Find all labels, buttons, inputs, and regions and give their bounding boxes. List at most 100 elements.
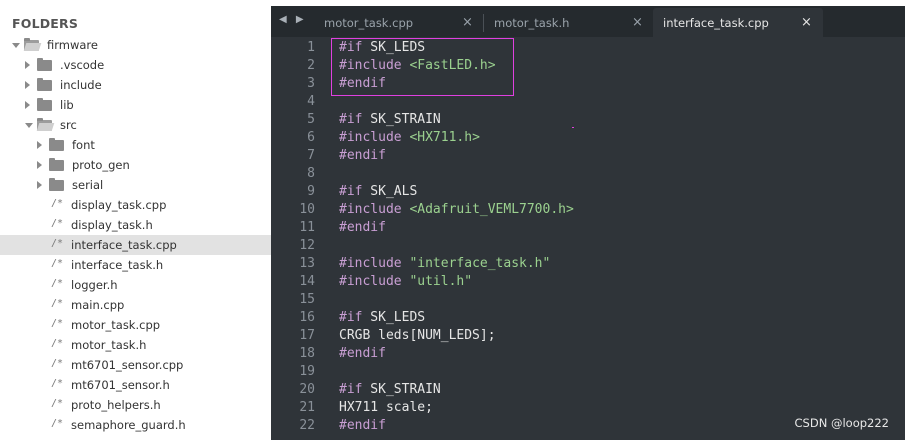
app-window: FOLDERS firmware .vscode include lib src font… <box>0 0 905 440</box>
code-line[interactable]: 14 #include "util.h" <box>271 273 905 291</box>
tree-folder[interactable]: include <box>0 75 271 95</box>
code-line[interactable]: 20 #if SK_STRAIN <box>271 381 905 399</box>
line-number: 4 <box>307 94 315 109</box>
folder-icon <box>49 178 64 191</box>
tree-item-label: main.cpp <box>71 298 125 312</box>
file-icon: /* <box>51 238 64 249</box>
preprocessor-token: #if <box>339 382 363 397</box>
tree-folder[interactable]: lib <box>0 95 271 115</box>
line-number: 15 <box>299 292 315 307</box>
code-line[interactable]: 7 #endif <box>271 147 905 165</box>
watermark: CSDN @loop222 <box>794 416 889 430</box>
code-text: #include <HX711.h> <box>339 129 480 147</box>
tree-folder[interactable]: firmware <box>0 35 271 55</box>
preprocessor-token: #endif <box>339 346 386 361</box>
tree-file[interactable]: /* display_task.cpp <box>0 195 271 215</box>
preprocessor-token: #include <box>339 58 402 73</box>
code-line[interactable]: 18 #endif <box>271 345 905 363</box>
editor-tab[interactable]: motor_task.h × <box>484 8 651 37</box>
code-line[interactable]: 4 <box>271 93 905 111</box>
line-number: 20 <box>299 382 315 397</box>
code-token: SK_ALS <box>362 184 418 199</box>
tree-item-label: semaphore_guard.h <box>71 418 186 432</box>
code-line[interactable]: 16 #if SK_LEDS <box>271 309 905 327</box>
code-line[interactable]: 15 <box>271 291 905 309</box>
code-line[interactable]: 1 #if SK_LEDS <box>271 39 905 57</box>
code-text: #if SK_LEDS <box>339 39 425 57</box>
chevron-right-icon[interactable] <box>25 61 30 69</box>
tree-file[interactable]: /* display_task.h <box>0 215 271 235</box>
string-token: <FastLED.h> <box>409 58 496 73</box>
code-line[interactable]: 19 <box>271 363 905 381</box>
code-token: HX711 scale; <box>339 400 433 415</box>
tree-file[interactable]: /* proto_helpers.h <box>0 395 271 415</box>
preprocessor-token: #if <box>339 310 363 325</box>
close-icon[interactable]: × <box>801 15 812 30</box>
preprocessor-token: #endif <box>339 418 386 433</box>
code-line[interactable]: 8 <box>271 165 905 183</box>
tree-item-label: display_task.h <box>71 218 153 232</box>
code-text: #include "interface_task.h" <box>339 255 550 273</box>
tree-file[interactable]: /* semaphore_guard.h <box>0 415 271 435</box>
tree-file[interactable]: /* motor_task.cpp <box>0 315 271 335</box>
line-number: 14 <box>299 274 315 289</box>
tree-file[interactable]: /* interface_task.cpp <box>0 235 271 255</box>
code-line[interactable]: 2 #include <FastLED.h> <box>271 57 905 75</box>
preprocessor-token: #endif <box>339 220 386 235</box>
tree-item-label: logger.h <box>71 278 118 292</box>
code-editor[interactable]: 1 #if SK_LEDS 2 #include <FastLED.h> 3 #endif… <box>271 37 905 440</box>
sidebar: FOLDERS firmware .vscode include lib src font… <box>0 0 271 440</box>
line-number: 7 <box>307 148 315 163</box>
code-text: #endif <box>339 147 386 165</box>
chevron-right-icon[interactable] <box>25 81 30 89</box>
chevron-right-icon[interactable] <box>37 161 42 169</box>
string-token: "interface_task.h" <box>409 256 551 271</box>
line-number: 2 <box>307 58 315 73</box>
close-icon[interactable]: × <box>462 15 473 30</box>
chevron-right-icon[interactable] <box>37 141 42 149</box>
chevron-down-icon[interactable] <box>25 123 33 128</box>
code-line[interactable]: 3 #endif <box>271 75 905 93</box>
tree-folder[interactable]: font <box>0 135 271 155</box>
code-line[interactable]: 10 #include <Adafruit_VEML7700.h> <box>271 201 905 219</box>
tree-file[interactable]: /* main.cpp <box>0 295 271 315</box>
tree-file[interactable]: /* interface_task.h <box>0 255 271 275</box>
preprocessor-token: #include <box>339 202 402 217</box>
tree-folder[interactable]: .vscode <box>0 55 271 75</box>
tree-item-label: mt6701_sensor.cpp <box>71 358 184 372</box>
tab-nav-arrows-icon[interactable]: ◀ ▶ <box>279 14 307 25</box>
code-line[interactable]: 11 #endif <box>271 219 905 237</box>
tree-folder[interactable]: serial <box>0 175 271 195</box>
code-text: #endif <box>339 75 386 93</box>
code-line[interactable]: 12 <box>271 237 905 255</box>
tab-label: interface_task.cpp <box>663 16 769 30</box>
chevron-right-icon[interactable] <box>37 181 42 189</box>
tree-item-label: src <box>60 118 77 132</box>
chevron-down-icon[interactable] <box>12 43 20 48</box>
tab-label: motor_task.cpp <box>324 16 414 30</box>
tree-file[interactable]: /* motor_task.h <box>0 335 271 355</box>
tree-folder[interactable]: proto_gen <box>0 155 271 175</box>
file-icon: /* <box>51 358 64 369</box>
code-line[interactable]: 5 #if SK_STRAIN <box>271 111 905 129</box>
code-line[interactable]: 13 #include "interface_task.h" <box>271 255 905 273</box>
line-number: 22 <box>299 418 315 433</box>
editor-tab[interactable]: motor_task.cpp × <box>314 8 482 37</box>
code-line[interactable]: 17 CRGB leds[NUM_LEDS]; <box>271 327 905 345</box>
tree-file[interactable]: /* mt6701_sensor.cpp <box>0 355 271 375</box>
code-token: SK_LEDS <box>362 310 426 325</box>
tree-folder[interactable]: src <box>0 115 271 135</box>
line-number: 8 <box>307 166 315 181</box>
code-line[interactable]: 6 #include <HX711.h> <box>271 129 905 147</box>
tree-file[interactable]: /* mt6701_sensor.h <box>0 375 271 395</box>
tree-file[interactable]: /* logger.h <box>0 275 271 295</box>
preprocessor-token: #endif <box>339 76 386 91</box>
code-line[interactable]: 9 #if SK_ALS <box>271 183 905 201</box>
editor-tab[interactable]: interface_task.cpp × <box>653 8 823 37</box>
code-line[interactable]: 21 HX711 scale; <box>271 399 905 417</box>
code-text: #endif <box>339 345 386 363</box>
chevron-right-icon[interactable] <box>25 101 30 109</box>
close-icon[interactable]: × <box>632 15 643 30</box>
folder-icon <box>37 58 52 71</box>
line-number: 18 <box>299 346 315 361</box>
